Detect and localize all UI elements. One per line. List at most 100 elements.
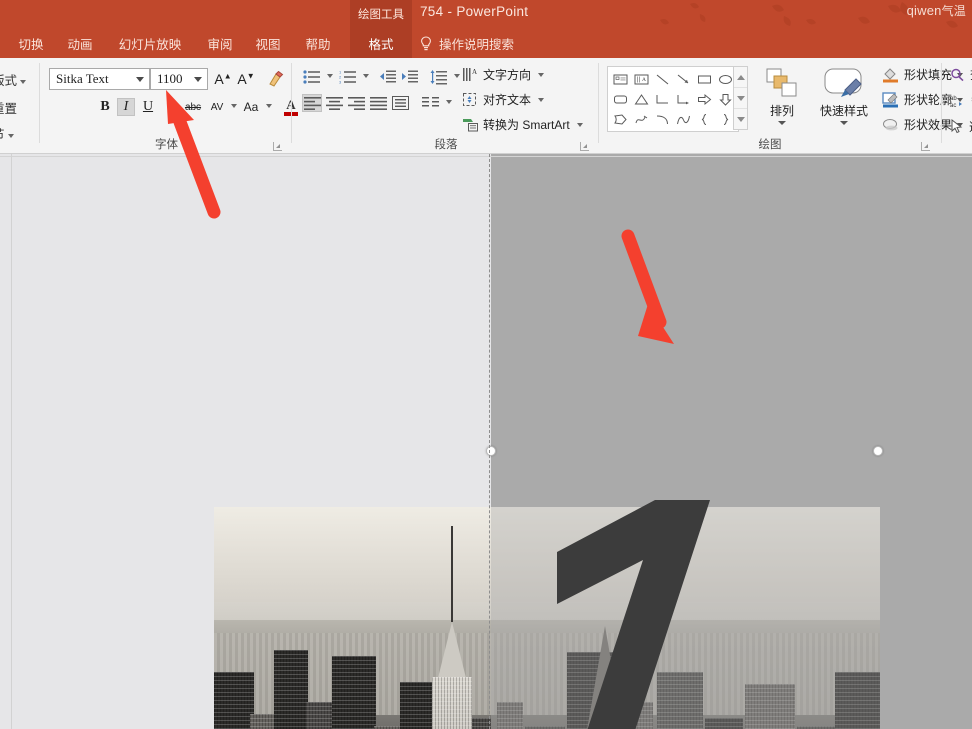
contextual-tab-group-label: 绘图工具 bbox=[350, 0, 412, 28]
change-case-button[interactable]: Aa bbox=[240, 98, 262, 116]
decrease-font-size-button[interactable]: A▼ bbox=[235, 68, 257, 90]
spire-crown bbox=[437, 622, 467, 682]
strikethrough-button[interactable]: abc bbox=[182, 98, 204, 116]
tab-slideshow[interactable]: 幻灯片放映 bbox=[106, 28, 194, 58]
bold-button[interactable]: B bbox=[96, 98, 114, 116]
tab-view[interactable]: 视图 bbox=[246, 28, 290, 58]
gallery-scroll-up-button[interactable] bbox=[734, 67, 747, 88]
underline-button[interactable]: U bbox=[139, 98, 157, 116]
align-text-label: 对齐文本 bbox=[483, 91, 531, 108]
shape-textbox[interactable] bbox=[610, 69, 631, 89]
layout-button[interactable]: 版式 bbox=[0, 70, 26, 89]
justify-button[interactable] bbox=[368, 94, 388, 112]
replace-button[interactable]: ab ac 替换 bbox=[950, 92, 972, 109]
clear-formatting-button[interactable] bbox=[264, 68, 288, 90]
drawing-dialog-launcher[interactable] bbox=[921, 142, 930, 151]
italic-button[interactable]: I bbox=[117, 98, 135, 116]
shape-right-arrow[interactable] bbox=[694, 89, 715, 109]
align-text-icon bbox=[462, 92, 479, 107]
arrange-icon bbox=[763, 66, 801, 100]
font-dialog-launcher[interactable] bbox=[273, 142, 282, 151]
window-grid bbox=[432, 677, 472, 729]
shapes-gallery[interactable]: A bbox=[607, 66, 739, 132]
align-right-button[interactable] bbox=[346, 94, 366, 112]
gallery-scroll-down-button[interactable] bbox=[734, 88, 747, 109]
shape-rounded-rect[interactable] bbox=[610, 89, 631, 109]
chevron-down-icon bbox=[136, 77, 144, 82]
selection-handle-left[interactable] bbox=[486, 446, 496, 456]
increase-font-size-button[interactable]: A▲ bbox=[212, 68, 234, 90]
decrease-indent-button[interactable] bbox=[378, 68, 398, 86]
arrange-button[interactable]: 排列 bbox=[756, 66, 808, 125]
smartart-icon bbox=[462, 117, 479, 132]
tab-transitions[interactable]: 切换 bbox=[8, 28, 54, 58]
shape-line[interactable] bbox=[652, 69, 673, 89]
chevron-down-icon bbox=[266, 104, 272, 108]
columns-dropdown[interactable] bbox=[442, 97, 452, 107]
svg-text:A: A bbox=[642, 77, 646, 83]
convert-smartart-label: 转换为 SmartArt bbox=[483, 116, 570, 133]
line-spacing-dropdown[interactable] bbox=[450, 71, 460, 81]
shape-scribble[interactable] bbox=[631, 109, 652, 129]
shape-triangle[interactable] bbox=[631, 89, 652, 109]
reset-button[interactable]: 重置 bbox=[0, 98, 17, 117]
photo-building bbox=[250, 714, 276, 729]
shape-arc[interactable] bbox=[652, 109, 673, 129]
gallery-more-button[interactable] bbox=[734, 109, 747, 129]
slide-image-left[interactable] bbox=[214, 507, 491, 729]
select-button[interactable]: 选择 bbox=[950, 118, 972, 135]
tab-animations[interactable]: 动画 bbox=[58, 28, 102, 58]
shape-arrow[interactable] bbox=[673, 69, 694, 89]
align-text-button[interactable]: 对齐文本 bbox=[462, 91, 544, 108]
shape-curve[interactable] bbox=[673, 109, 694, 129]
align-left-button[interactable] bbox=[302, 94, 322, 112]
powerpoint-window: 绘图工具 754 - PowerPoint qiwen气温 切换 动画 幻灯片放… bbox=[0, 0, 972, 729]
tab-format[interactable]: 格式 bbox=[350, 28, 412, 58]
quick-styles-label: 快速样式 bbox=[820, 102, 868, 119]
tab-help[interactable]: 帮助 bbox=[296, 28, 340, 58]
shape-elbow-arrow[interactable] bbox=[673, 89, 694, 109]
selection-handle-right[interactable] bbox=[873, 446, 883, 456]
bullets-icon bbox=[303, 70, 321, 84]
paragraph-dialog-launcher[interactable] bbox=[580, 142, 589, 151]
numbering-button[interactable]: 1 2 3 bbox=[338, 68, 358, 86]
shape-elbow-connector[interactable] bbox=[652, 89, 673, 109]
slide-editing-canvas[interactable]: Office教程网 www.office26.com bbox=[0, 154, 972, 729]
slide-shape-numeral-1[interactable] bbox=[505, 492, 755, 729]
chevron-down-icon bbox=[454, 74, 460, 78]
line-spacing-button[interactable] bbox=[429, 68, 449, 86]
distribute-button[interactable] bbox=[390, 94, 410, 112]
tell-me-search[interactable]: 操作说明搜索 bbox=[420, 28, 514, 58]
character-spacing-dropdown[interactable] bbox=[227, 101, 237, 111]
window-grid bbox=[274, 650, 308, 729]
bullets-button[interactable] bbox=[302, 68, 322, 86]
shrink-font-icon: A▼ bbox=[237, 71, 254, 87]
shape-fill-label: 形状填充 bbox=[904, 66, 952, 83]
section-button[interactable]: 节 bbox=[0, 124, 14, 143]
numbering-dropdown[interactable] bbox=[359, 71, 369, 81]
shape-pentagon[interactable] bbox=[610, 109, 631, 129]
text-direction-button[interactable]: A 文字方向 bbox=[462, 66, 544, 83]
shape-left-brace[interactable] bbox=[694, 109, 715, 129]
convert-to-smartart-button[interactable]: 转换为 SmartArt bbox=[462, 116, 583, 133]
photo-building bbox=[332, 656, 376, 729]
font-size-combobox[interactable]: 1100 bbox=[150, 68, 208, 90]
font-name-combobox[interactable]: Sitka Text bbox=[49, 68, 150, 90]
shapes-gallery-scrollbar[interactable] bbox=[733, 66, 748, 130]
find-button[interactable]: 查找 bbox=[950, 66, 972, 83]
distribute-icon bbox=[392, 96, 409, 110]
bullets-dropdown[interactable] bbox=[323, 71, 333, 81]
align-center-button[interactable] bbox=[324, 94, 344, 112]
character-spacing-button[interactable]: AV bbox=[206, 98, 228, 116]
shape-vertical-textbox[interactable]: A bbox=[631, 69, 652, 89]
tab-review[interactable]: 审阅 bbox=[198, 28, 242, 58]
change-case-dropdown[interactable] bbox=[262, 101, 272, 111]
shape-rectangle[interactable] bbox=[694, 69, 715, 89]
increase-indent-button[interactable] bbox=[400, 68, 420, 86]
columns-button[interactable] bbox=[420, 94, 440, 112]
quick-styles-button[interactable]: 快速样式 bbox=[813, 66, 875, 125]
svg-text:3: 3 bbox=[339, 80, 342, 84]
group-separator bbox=[598, 63, 599, 143]
char-spacing-icon: AV bbox=[211, 102, 224, 113]
text-shadow-button[interactable]: S bbox=[162, 98, 180, 116]
